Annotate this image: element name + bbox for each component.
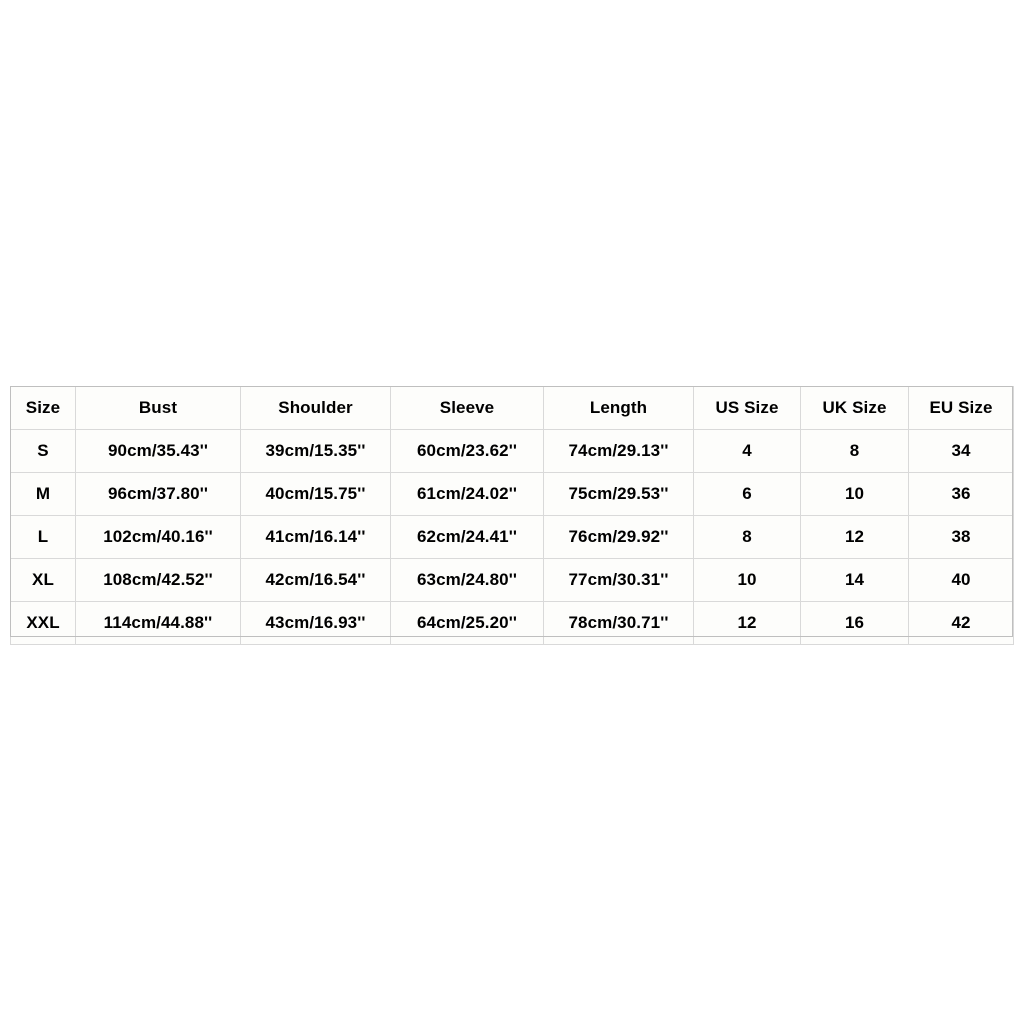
table-row: L 102cm/40.16'' 41cm/16.14'' 62cm/24.41'… — [10, 515, 1014, 559]
cell-length: 76cm/29.92'' — [543, 515, 694, 559]
cell-eu-size: 38 — [908, 515, 1014, 559]
column-header-shoulder: Shoulder — [240, 386, 391, 430]
cell-bust: 114cm/44.88'' — [75, 601, 241, 645]
column-header-eu-size: EU Size — [908, 386, 1014, 430]
page-root: Size Bust Shoulder Sleeve Length US Size… — [0, 0, 1024, 1024]
cell-uk-size: 8 — [800, 429, 909, 473]
cell-sleeve: 60cm/23.62'' — [390, 429, 544, 473]
cell-shoulder: 43cm/16.93'' — [240, 601, 391, 645]
cell-eu-size: 40 — [908, 558, 1014, 602]
cell-uk-size: 10 — [800, 472, 909, 516]
cell-eu-size: 34 — [908, 429, 1014, 473]
cell-us-size: 8 — [693, 515, 801, 559]
size-chart-header: Size Bust Shoulder Sleeve Length US Size… — [10, 386, 1014, 430]
cell-size: S — [10, 429, 76, 473]
cell-sleeve: 62cm/24.41'' — [390, 515, 544, 559]
cell-us-size: 10 — [693, 558, 801, 602]
cell-shoulder: 42cm/16.54'' — [240, 558, 391, 602]
cell-length: 77cm/30.31'' — [543, 558, 694, 602]
cell-eu-size: 42 — [908, 601, 1014, 645]
table-header-row: Size Bust Shoulder Sleeve Length US Size… — [10, 386, 1014, 430]
cell-size: M — [10, 472, 76, 516]
cell-bust: 102cm/40.16'' — [75, 515, 241, 559]
size-chart-body: S 90cm/35.43'' 39cm/15.35'' 60cm/23.62''… — [10, 429, 1014, 645]
cell-bust: 108cm/42.52'' — [75, 558, 241, 602]
size-chart-container: Size Bust Shoulder Sleeve Length US Size… — [10, 386, 1014, 645]
cell-sleeve: 64cm/25.20'' — [390, 601, 544, 645]
cell-uk-size: 16 — [800, 601, 909, 645]
cell-us-size: 6 — [693, 472, 801, 516]
cell-us-size: 4 — [693, 429, 801, 473]
table-row: XXL 114cm/44.88'' 43cm/16.93'' 64cm/25.2… — [10, 601, 1014, 645]
cell-uk-size: 12 — [800, 515, 909, 559]
column-header-sleeve: Sleeve — [390, 386, 544, 430]
cell-length: 78cm/30.71'' — [543, 601, 694, 645]
column-header-us-size: US Size — [693, 386, 801, 430]
column-header-bust: Bust — [75, 386, 241, 430]
column-header-size: Size — [10, 386, 76, 430]
cell-size: XXL — [10, 601, 76, 645]
cell-eu-size: 36 — [908, 472, 1014, 516]
cell-uk-size: 14 — [800, 558, 909, 602]
table-row: M 96cm/37.80'' 40cm/15.75'' 61cm/24.02''… — [10, 472, 1014, 516]
cell-bust: 90cm/35.43'' — [75, 429, 241, 473]
cell-shoulder: 41cm/16.14'' — [240, 515, 391, 559]
table-row: XL 108cm/42.52'' 42cm/16.54'' 63cm/24.80… — [10, 558, 1014, 602]
cell-bust: 96cm/37.80'' — [75, 472, 241, 516]
column-header-uk-size: UK Size — [800, 386, 909, 430]
cell-size: L — [10, 515, 76, 559]
cell-sleeve: 63cm/24.80'' — [390, 558, 544, 602]
table-row: S 90cm/35.43'' 39cm/15.35'' 60cm/23.62''… — [10, 429, 1014, 473]
size-chart-table: Size Bust Shoulder Sleeve Length US Size… — [10, 386, 1014, 645]
cell-size: XL — [10, 558, 76, 602]
cell-length: 74cm/29.13'' — [543, 429, 694, 473]
cell-sleeve: 61cm/24.02'' — [390, 472, 544, 516]
cell-shoulder: 40cm/15.75'' — [240, 472, 391, 516]
cell-us-size: 12 — [693, 601, 801, 645]
column-header-length: Length — [543, 386, 694, 430]
cell-length: 75cm/29.53'' — [543, 472, 694, 516]
cell-shoulder: 39cm/15.35'' — [240, 429, 391, 473]
